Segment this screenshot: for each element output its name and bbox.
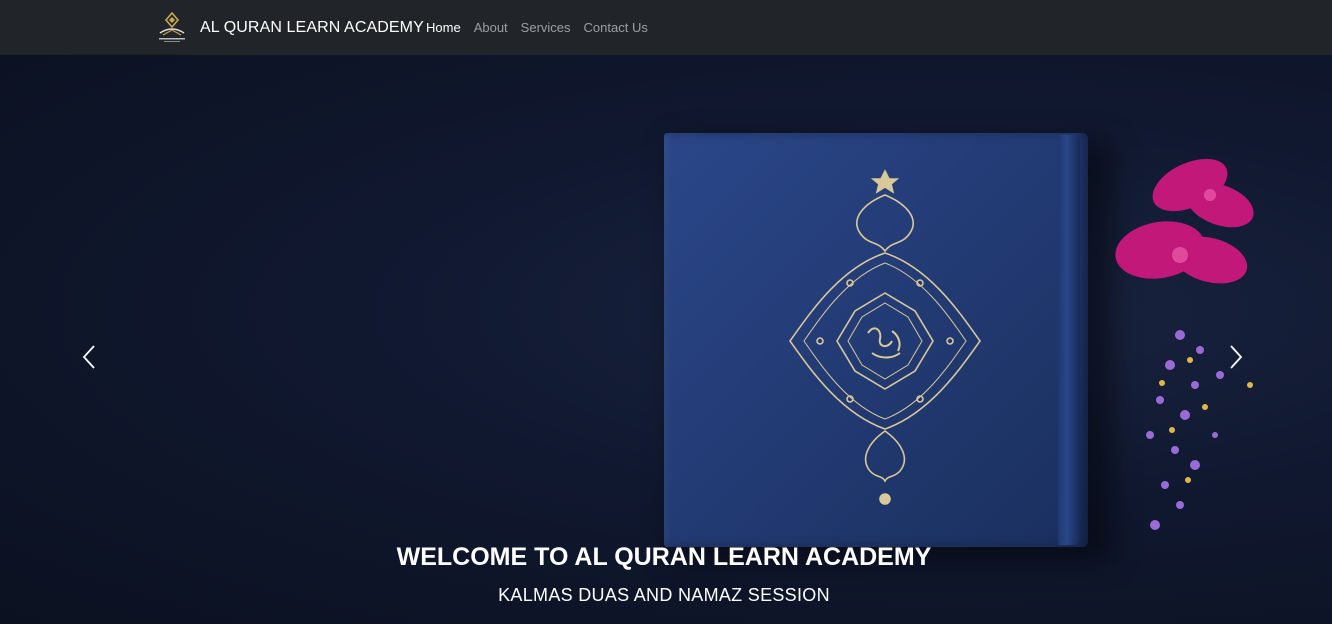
nav-link-contact-us[interactable]: Contact Us: [584, 20, 648, 35]
quran-cover-ornament: [789, 169, 981, 505]
nav-links: Home About Services Contact Us: [426, 0, 661, 55]
carousel-prev-button[interactable]: [78, 342, 102, 372]
academy-logo-icon: [159, 11, 185, 42]
book-spine: [1058, 135, 1080, 545]
nav-link-home[interactable]: Home: [426, 20, 461, 35]
carousel-subtitle: KALMAS DUAS AND NAMAZ SESSION: [498, 585, 830, 605]
nav-link-services[interactable]: Services: [521, 20, 571, 35]
carousel-next-button[interactable]: [1223, 342, 1247, 372]
brand-name: AL QURAN LEARN ACADEMY: [200, 19, 424, 36]
flowers-decoration: [1115, 158, 1254, 530]
carousel-title: WELCOME TO AL QURAN LEARN ACADEMY: [396, 543, 932, 571]
nav-link-about[interactable]: About: [474, 20, 508, 35]
top-navbar: AL QURAN LEARN ACADEMY Home About Servic…: [0, 0, 1332, 55]
hero-carousel: WELCOME TO AL QURAN LEARN ACADEMY KALMAS…: [0, 55, 1332, 624]
brand[interactable]: AL QURAN LEARN ACADEMY: [154, 11, 424, 45]
